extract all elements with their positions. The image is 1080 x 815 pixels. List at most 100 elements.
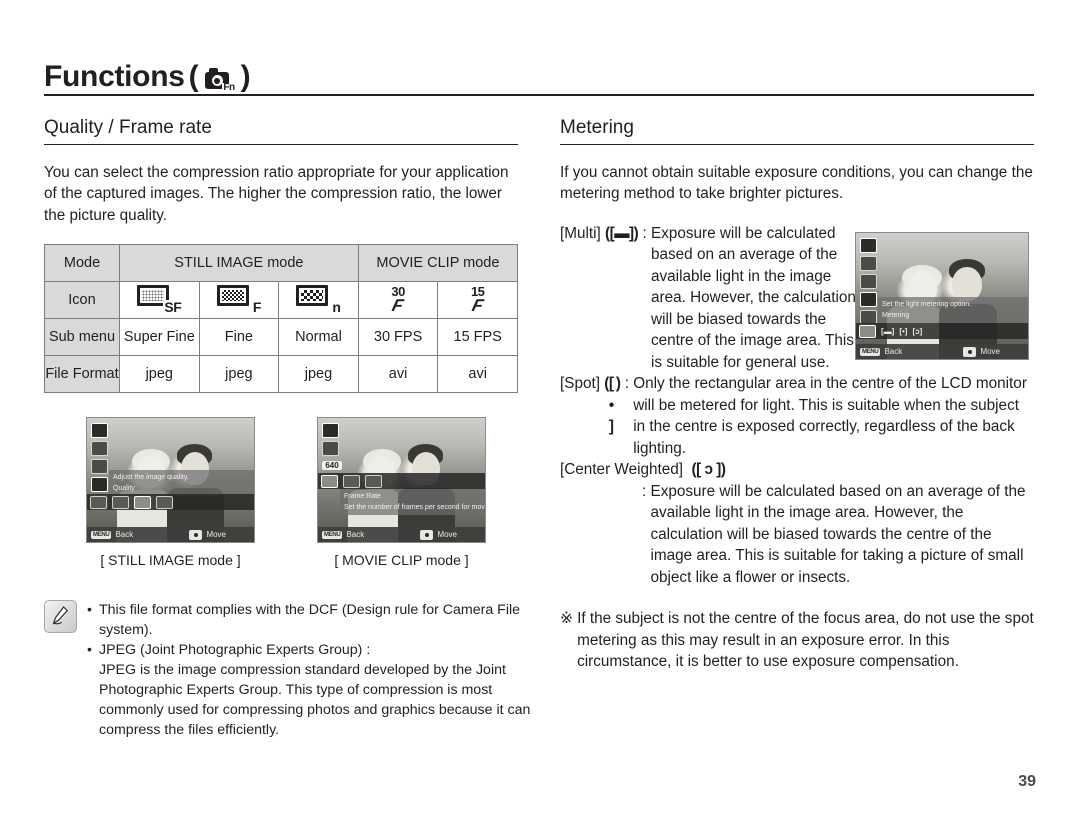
menu-key-icon[interactable]: MENU [860, 347, 881, 356]
cell-fileformat-label: File Format [44, 355, 120, 394]
quality-option-superfine[interactable] [112, 495, 129, 509]
cell-submenu-3: 30 FPS [357, 318, 439, 357]
camera-fn-label: Fn [222, 82, 236, 93]
cell-fileformat-1: jpeg [198, 355, 280, 394]
fine-quality-icon: F [216, 285, 261, 315]
caption-still-image: [ STILL IMAGE mode ] [100, 552, 241, 569]
table-row-submenu: Sub menu Super Fine Fine Normal 30 FPS 1… [44, 318, 518, 357]
lcd-screen-metering: Set the light metering option. Metering … [855, 232, 1029, 360]
still-image-example: Adjust the image quality. Quality MENU B… [86, 417, 255, 568]
lcd-info-line2: Set the number of frames per second for … [344, 504, 486, 512]
right-intro-text: If you cannot obtain suitable exposure c… [560, 163, 1033, 203]
framerate-option-30[interactable] [343, 474, 360, 488]
lcd-photo [856, 233, 1028, 359]
lcd-left-toolbar [89, 420, 109, 540]
dpad-icon[interactable] [420, 529, 434, 540]
center-symbol-icon: [ ɔ ] [696, 461, 721, 479]
cell-icon-superfine: SF [119, 281, 200, 320]
dpad-icon[interactable] [963, 346, 977, 357]
right-section-title: Metering [560, 117, 634, 138]
superfine-quality-icon: SF [137, 285, 182, 315]
pen-glyph [52, 606, 69, 625]
metering-option-multi[interactable]: [▬] [881, 327, 894, 336]
quality-icon [859, 292, 877, 307]
cell-submenu-1: Fine [198, 318, 280, 357]
lcd-info-line1: Adjust the image quality. [113, 474, 189, 482]
lcd-screen-movie: 640 Frame Rate Set the number of frames … [317, 417, 486, 544]
metering-option-spot[interactable]: [•] [899, 327, 907, 336]
menu-key-icon[interactable]: MENU [91, 530, 112, 539]
fps30-icon-glyph: F [390, 296, 406, 316]
cell-still-image-mode: STILL IMAGE mode [119, 244, 359, 283]
note-bullet-1: This file format complies with the DCF (… [87, 600, 544, 640]
metering-multi: [Multi] ( [▬] ) : Exposure will be calcu… [560, 223, 860, 374]
cell-fileformat-3: avi [357, 355, 439, 394]
lcd-info-panel: Adjust the image quality. Quality [109, 470, 254, 497]
camera-fn-icon: Fn [204, 67, 236, 93]
cell-submenu-0: Super Fine [119, 318, 200, 357]
fps30-icon: 30 F [390, 285, 406, 316]
spot-text: Only the rectangular area in the centre … [633, 375, 1027, 457]
cell-movie-clip-mode: MOVIE CLIP mode [357, 244, 519, 283]
cell-submenu-2: Normal [278, 318, 359, 357]
lcd-move-label: Move [980, 347, 1000, 356]
header-rule [44, 94, 1034, 96]
table-row-icon: Icon SF F n 30 F 15 F [44, 281, 518, 320]
footnote-mark: ※ [560, 610, 573, 628]
cell-fileformat-4: avi [437, 355, 518, 394]
center-symbol-close: ) [720, 461, 726, 479]
white-balance-icon [859, 274, 877, 289]
framerate-option-other[interactable] [365, 474, 382, 488]
lcd-info-line1: Frame Rate [344, 493, 381, 501]
metering-footnote: ※ If the subject is not the centre of th… [560, 608, 1034, 673]
page-number: 39 [1018, 773, 1036, 790]
footnote-text: If the subject is not the centre of the … [577, 610, 1034, 671]
note-pen-icon [44, 600, 77, 633]
lcd-bottom-bar: MENU Back Move [318, 527, 485, 543]
lcd-move-label: Move [437, 530, 457, 540]
left-section-rule [44, 143, 518, 145]
spot-symbol-icon: [ • ] [608, 375, 614, 436]
normal-icon-letter: n [331, 299, 341, 316]
caption-movie-clip: [ MOVIE CLIP mode ] [334, 552, 469, 569]
lcd-back-label: Back [884, 347, 903, 356]
right-section-rule [560, 143, 1034, 145]
exposure-icon [859, 238, 877, 253]
lcd-option-bar[interactable] [87, 494, 254, 511]
resolution-badge: 640 [322, 461, 342, 471]
metering-center-weighted: [Center Weighted] ([ ɔ ]) : Exposure wil… [560, 459, 1034, 588]
lcd-option-bar[interactable]: [▬] [•] [ɔ] [856, 323, 1028, 339]
cell-icon-fine: F [198, 281, 280, 320]
menu-key-icon[interactable]: MENU [322, 530, 343, 539]
quality-frame-rate-table: Mode STILL IMAGE mode MOVIE CLIP mode Ic… [44, 244, 519, 394]
iso-icon [859, 256, 877, 271]
lcd-option-bar[interactable] [318, 473, 485, 490]
metering-spot: [Spot] ( [ • ] ) : Only the rectangular … [560, 373, 1034, 459]
fps15-icon-glyph: F [470, 296, 486, 316]
center-label: [Center Weighted] [560, 461, 684, 479]
quality-option-fine[interactable] [134, 495, 151, 509]
quality-option-0[interactable] [90, 495, 107, 509]
movie-clip-example: 640 Frame Rate Set the number of frames … [317, 417, 486, 568]
lcd-info-panel: Frame Rate Set the number of frames per … [340, 489, 486, 516]
lcd-info-panel: Set the light metering option. Metering [878, 297, 1028, 323]
dpad-icon[interactable] [189, 529, 203, 540]
exposure-icon [321, 423, 339, 439]
multi-text: Exposure will be calculated based on an … [651, 224, 856, 371]
lcd-info-line2: Quality [113, 485, 135, 493]
note-bullet-2: JPEG (Joint Photographic Experts Group) … [87, 640, 544, 660]
white-balance-icon [90, 459, 108, 475]
quality-option-normal[interactable] [156, 495, 173, 509]
cell-icon-normal: n [278, 281, 359, 320]
metering-option-selected[interactable] [859, 324, 876, 338]
cell-mode-label: Mode [44, 244, 120, 283]
note-block: This file format complies with the DCF (… [44, 600, 544, 740]
table-row-fileformat: File Format jpeg jpeg jpeg avi avi [44, 355, 518, 394]
metering-option-center[interactable]: [ɔ] [912, 327, 922, 336]
cell-fileformat-0: jpeg [119, 355, 200, 394]
fps15-icon: 15 F [470, 285, 486, 316]
cell-submenu-4: 15 FPS [437, 318, 518, 357]
framerate-option-15[interactable] [321, 474, 338, 488]
iso-icon [90, 441, 108, 457]
cell-icon-30fps: 30 F [357, 281, 439, 320]
